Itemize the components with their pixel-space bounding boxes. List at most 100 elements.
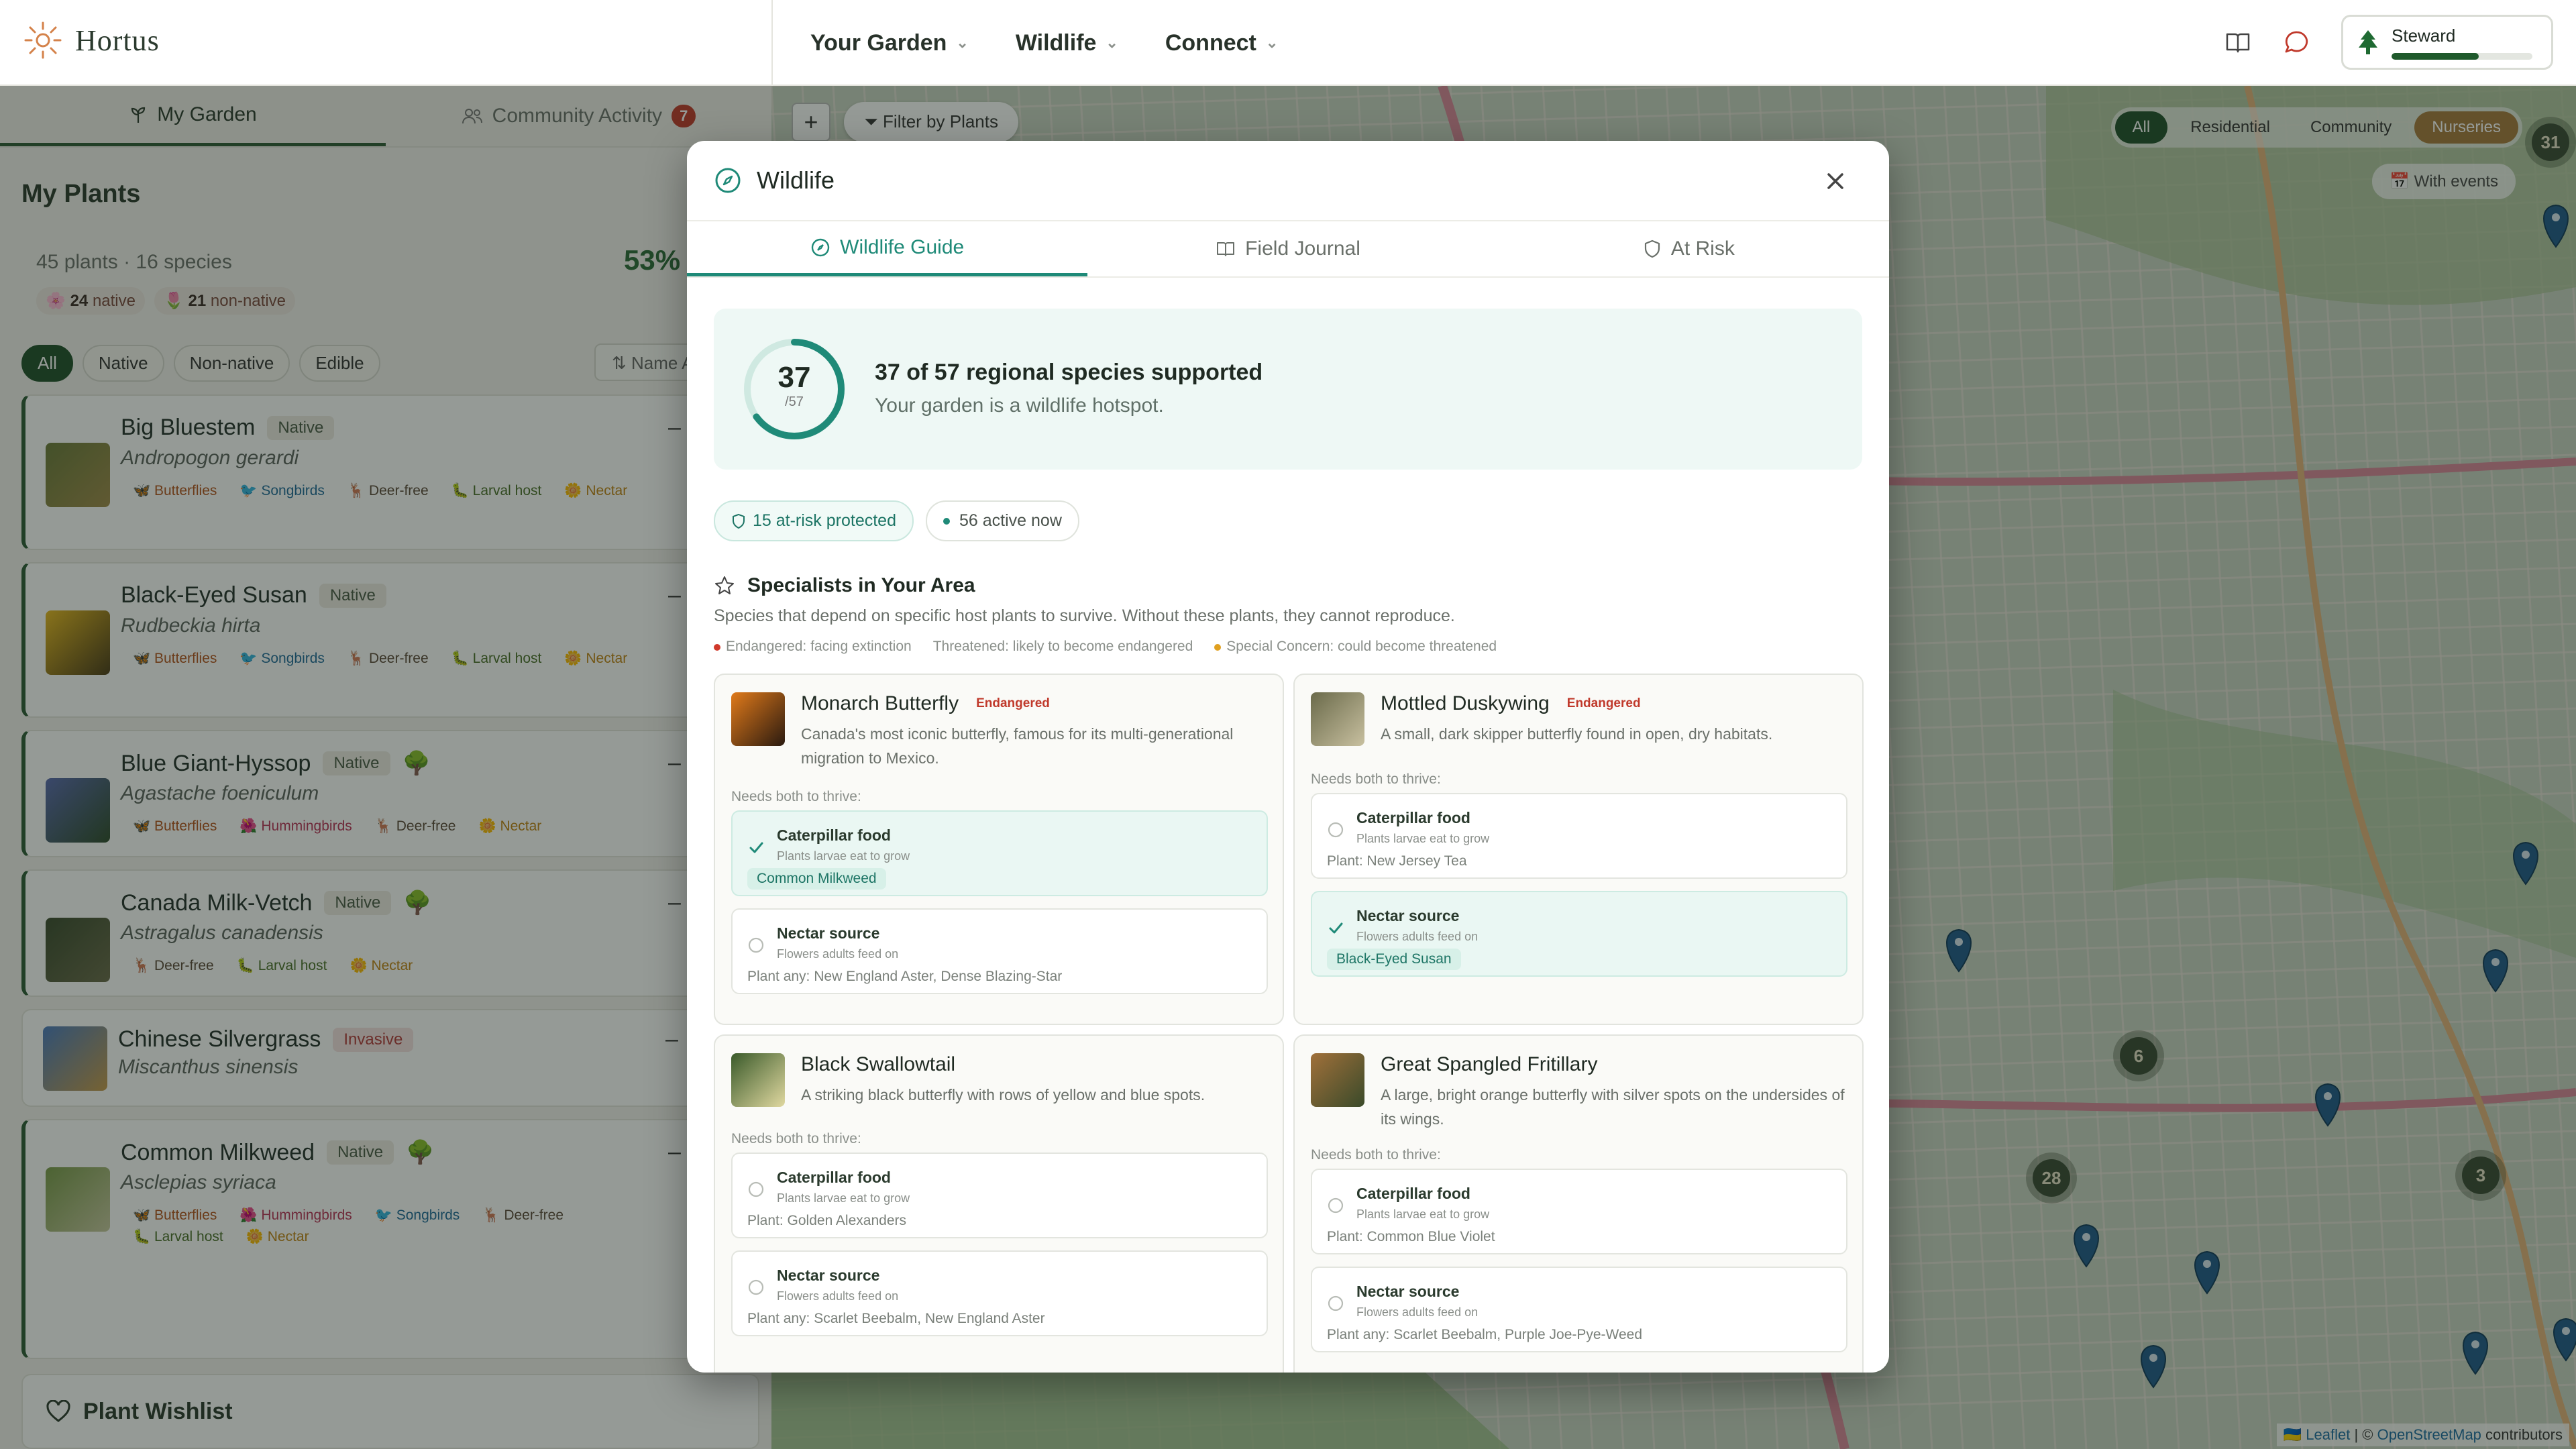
need-title: Nectar source <box>1356 1283 1460 1300</box>
chevron-down-icon: ⌄ <box>1265 34 1279 51</box>
legend-dot <box>1214 644 1222 651</box>
app-name: Hortus <box>75 23 160 57</box>
species-description: A small, dark skipper butterfly found in… <box>1381 725 1773 743</box>
chevron-down-icon: ⌄ <box>1106 34 1118 51</box>
at-risk-protected-pill[interactable]: 15 at-risk protected <box>714 500 914 541</box>
need-subtitle: Flowers adults feed on <box>1356 1305 1479 1319</box>
empty-circle-icon <box>1328 1197 1344 1214</box>
species-name: Black Swallowtail <box>801 1053 956 1075</box>
plant-suggestion: Plant any: Scarlet Beebalm, New England … <box>747 1311 1045 1326</box>
species-photo <box>731 1053 785 1107</box>
shield-icon <box>1644 239 1660 258</box>
rank-label: Steward <box>2392 25 2456 46</box>
specialists-description: Species that depend on specific host pla… <box>714 606 1455 625</box>
tab-at-risk[interactable]: At Risk <box>1489 221 1889 276</box>
need-subtitle: Flowers adults feed on <box>777 1289 899 1303</box>
need-title: Nectar source <box>1356 907 1460 924</box>
species-description: A large, bright orange butterfly with si… <box>1381 1086 1845 1128</box>
legend-item: Threatened: likely to become endangered <box>933 639 1193 655</box>
star-icon <box>715 576 734 594</box>
empty-circle-icon <box>748 1279 764 1295</box>
nav-label: Your Garden <box>810 30 947 56</box>
nectar-source-box[interactable]: Nectar source Flowers adults feed on Plant… <box>731 908 1268 994</box>
book-icon <box>1217 242 1235 256</box>
tab-label: At Risk <box>1670 237 1735 260</box>
caterpillar-food-box[interactable]: Caterpillar food Plants larvae eat to gro… <box>731 810 1268 896</box>
legend-item: Endangered: facing extinction <box>714 639 912 655</box>
species-name: Great Spangled Fritillary <box>1381 1053 1598 1075</box>
species-description: Canada's most iconic butterfly, famous f… <box>801 725 1234 767</box>
status-legend: Endangered: facing extinction Threatened:… <box>714 639 1497 655</box>
summary-subline: Your garden is a wildlife hotspot. <box>875 394 1164 417</box>
species-photo <box>731 692 785 746</box>
species-card[interactable]: Mottled Duskywing Endangered A small, dark… <box>1293 674 1864 1025</box>
status-pills: 15 at-risk protected 56 active now <box>714 500 1079 541</box>
close-icon[interactable] <box>1821 166 1850 196</box>
need-subtitle: Plants larvae eat to grow <box>1356 1208 1490 1221</box>
nav-wildlife[interactable]: Wildlife ⌄ <box>1016 0 1118 86</box>
caterpillar-food-box[interactable]: Caterpillar food Plants larvae eat to gro… <box>1311 793 1847 879</box>
need-title: Nectar source <box>777 1267 880 1284</box>
species-card[interactable]: Monarch Butterfly Endangered Canada's most… <box>714 674 1284 1025</box>
legend-label: Endangered: facing extinction <box>726 639 912 654</box>
species-card[interactable]: Black Swallowtail A striking black butter… <box>714 1034 1284 1373</box>
species-photo <box>1311 1053 1364 1107</box>
summary-headline: 37 of 57 regional species supported <box>875 360 1263 385</box>
specialists-title: Specialists in Your Area <box>747 574 975 596</box>
species-card[interactable]: Great Spangled Fritillary A large, bright… <box>1293 1034 1864 1373</box>
tab-field-journal[interactable]: Field Journal <box>1087 221 1488 276</box>
nectar-source-box[interactable]: Nectar source Flowers adults feed on Black… <box>1311 891 1847 977</box>
species-summary: 37 /57 37 of 57 regional species support… <box>714 309 1862 470</box>
nectar-source-box[interactable]: Nectar source Flowers adults feed on Plant… <box>731 1250 1268 1336</box>
legend-label: Threatened: likely to become endangered <box>932 639 1193 654</box>
logo[interactable]: Hortus <box>23 20 160 60</box>
need-subtitle: Flowers adults feed on <box>1356 930 1479 943</box>
wildlife-modal: Wildlife Wildlife Guide Field Journal At… <box>687 141 1889 1373</box>
caterpillar-food-box[interactable]: Caterpillar food Plants larvae eat to gro… <box>1311 1169 1847 1254</box>
need-subtitle: Flowers adults feed on <box>777 947 899 961</box>
pill-label: 56 active now <box>959 511 1062 530</box>
modal-title: Wildlife <box>757 166 835 194</box>
species-name: Mottled Duskywing <box>1381 692 1550 714</box>
plant-suggestion: Plant: Common Blue Violet <box>1327 1229 1495 1244</box>
need-subtitle: Plants larvae eat to grow <box>777 1191 910 1205</box>
steward-rank[interactable]: Steward <box>2341 15 2553 70</box>
host-plant-tag: Black-Eyed Susan <box>1327 949 1461 970</box>
active-now-pill[interactable]: 56 active now <box>926 500 1079 541</box>
need-title: Caterpillar food <box>1356 809 1470 826</box>
need-subtitle: Plants larvae eat to grow <box>777 849 910 863</box>
chat-icon[interactable] <box>2282 28 2312 57</box>
nav-label: Wildlife <box>1015 30 1097 56</box>
tab-wildlife-guide[interactable]: Wildlife Guide <box>687 221 1088 276</box>
ring-number: 37 <box>777 361 811 394</box>
need-subtitle: Plants larvae eat to grow <box>1356 832 1490 845</box>
species-name-row: Monarch Butterfly Endangered <box>801 692 1050 715</box>
need-title: Caterpillar food <box>777 826 891 844</box>
needs-label: Needs both to thrive: <box>1311 771 1441 787</box>
ring-denominator: /57 <box>785 394 804 409</box>
book-icon[interactable] <box>2223 28 2253 57</box>
empty-circle-icon <box>1328 822 1344 838</box>
empty-circle-icon <box>1328 1295 1344 1311</box>
endangered-badge: Endangered <box>976 696 1050 710</box>
needs-label: Needs both to thrive: <box>731 789 861 804</box>
species-name: Monarch Butterfly <box>801 692 959 714</box>
species-name-row: Great Spangled Fritillary <box>1381 1053 1597 1076</box>
needs-label: Needs both to thrive: <box>731 1131 861 1146</box>
nav-connect[interactable]: Connect ⌄ <box>1165 0 1278 86</box>
main-nav: Your Garden ⌄ Wildlife ⌄ Connect ⌄ <box>810 0 1278 86</box>
caterpillar-food-box[interactable]: Caterpillar food Plants larvae eat to gro… <box>731 1152 1268 1238</box>
empty-circle-icon <box>748 1181 764 1197</box>
need-title: Nectar source <box>777 924 880 942</box>
rank-progress <box>2392 52 2532 60</box>
pill-label: 15 at-risk protected <box>753 511 896 530</box>
chevron-down-icon: ⌄ <box>956 34 969 51</box>
header-divider <box>771 0 773 86</box>
nectar-source-box[interactable]: Nectar source Flowers adults feed on Plant… <box>1311 1267 1847 1352</box>
species-name-row: Mottled Duskywing Endangered <box>1381 692 1641 715</box>
check-icon <box>749 842 763 853</box>
nav-your-garden[interactable]: Your Garden ⌄ <box>810 0 969 86</box>
tree-icon <box>2359 30 2377 54</box>
plant-suggestion: Plant: New Jersey Tea <box>1327 853 1467 869</box>
tab-label: Field Journal <box>1245 237 1360 260</box>
